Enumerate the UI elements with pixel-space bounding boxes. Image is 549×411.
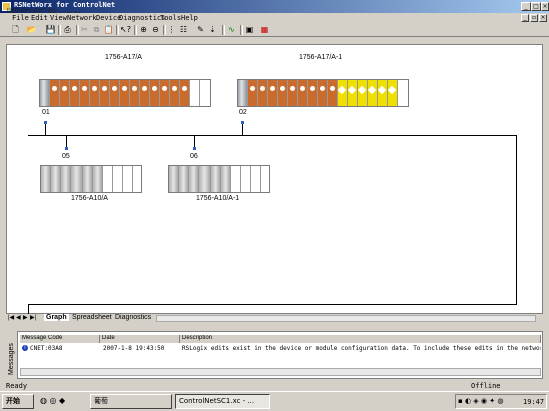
menu-bar: File Edit View Network Device Diagnostic… <box>0 13 549 23</box>
save-icon[interactable]: 💾 <box>45 24 56 35</box>
tab-next-icon[interactable]: ▶ <box>23 314 28 321</box>
status-bar: Ready Offline <box>0 380 549 390</box>
open-icon[interactable]: 📂 <box>26 24 37 35</box>
messages-side-label: Messages <box>6 331 18 379</box>
drop-line <box>194 135 195 147</box>
toolbar: 🗋 📂 💾 ⎙ ✂ ⧉ 📋 ↖? ⊕ ⊖ ⋮ ☷ ✎ ⇣ ∿ ▣ ▦ <box>0 23 549 37</box>
message-description[interactable]: RSLogix edits exist in the device or mod… <box>182 345 541 353</box>
print-icon[interactable]: ⎙ <box>62 24 73 35</box>
toolbar-separator <box>222 25 225 35</box>
download-icon[interactable]: ⇣ <box>207 24 218 35</box>
trunk-line <box>516 135 517 304</box>
drop-line <box>45 124 46 135</box>
toolbar-separator <box>58 25 61 35</box>
node-connector <box>65 147 68 150</box>
paste-icon[interactable]: 📋 <box>103 24 114 35</box>
tray-icons[interactable]: ▪ ◐ ◈ ◉ ✦ ◍ <box>458 397 503 405</box>
graph-icon[interactable]: ∿ <box>226 24 237 35</box>
menu-view[interactable]: View <box>50 14 67 22</box>
tab-diagnostics[interactable]: Diagnostics <box>115 314 151 321</box>
help-icon[interactable]: ↖? <box>120 24 131 35</box>
node-connector <box>193 147 196 150</box>
online-status: Offline <box>471 382 501 390</box>
node-number: 02 <box>239 109 247 116</box>
trunk-line <box>28 304 517 305</box>
chassis-1756-a17-1[interactable] <box>237 79 409 107</box>
copy-icon[interactable]: ⧉ <box>91 24 102 35</box>
properties-icon[interactable]: ▣ <box>244 24 255 35</box>
chassis-label: 1756-A17/A <box>105 54 142 61</box>
tab-first-icon[interactable]: |◀ <box>8 314 14 321</box>
status-text: Ready <box>6 382 28 390</box>
view-tabs: |◀ ◀ ▶ ▶| Graph Spreadsheet Diagnostics <box>6 314 543 323</box>
mdi-minimize-icon[interactable]: _ <box>521 14 529 22</box>
controlnet-trunk[interactable] <box>28 135 516 136</box>
chassis-1756-a10[interactable] <box>40 165 142 193</box>
tab-graph[interactable]: Graph <box>44 314 69 321</box>
browse-icon[interactable]: ☷ <box>178 24 189 35</box>
chassis-label: 1756-A10/A-1 <box>196 195 240 202</box>
maximize-icon[interactable]: □ <box>531 2 541 11</box>
zoom-in-icon[interactable]: ⊕ <box>138 24 149 35</box>
taskbar-item-rsnetworx[interactable]: ControlNetSC1.xc - ... <box>175 394 270 409</box>
tab-spreadsheet[interactable]: Spreadsheet <box>72 314 112 321</box>
menu-help[interactable]: Help <box>181 14 198 22</box>
taskbar-item-folder[interactable]: 葡萄 <box>90 394 172 409</box>
minimize-icon[interactable]: _ <box>521 2 531 11</box>
title-bar: RSNetWorx for ControlNet _ □ × <box>0 0 549 13</box>
message-code[interactable]: CNET:03A8 <box>30 345 100 353</box>
trunk-line <box>28 304 29 314</box>
toolbar-separator <box>134 25 137 35</box>
info-icon: i <box>22 345 28 351</box>
menu-diagnostics[interactable]: Diagnostics <box>119 14 165 22</box>
zoom-out-icon[interactable]: ⊖ <box>150 24 161 35</box>
menu-device[interactable]: Device <box>96 14 121 22</box>
drop-line <box>242 124 243 135</box>
start-button[interactable]: 开始 <box>2 394 34 409</box>
drop-line <box>66 135 67 147</box>
menu-file[interactable]: File <box>12 14 29 22</box>
column-header-date[interactable]: Date <box>100 335 180 343</box>
mdi-close-icon[interactable]: × <box>539 14 547 22</box>
online-icon[interactable]: ⋮ <box>166 24 177 35</box>
cut-icon[interactable]: ✂ <box>79 24 90 35</box>
tab-last-icon[interactable]: ▶| <box>30 314 36 321</box>
node-number: 06 <box>190 153 198 160</box>
tab-prev-icon[interactable]: ◀ <box>16 314 21 321</box>
report-icon[interactable]: ▦ <box>259 24 270 35</box>
toolbar-separator <box>240 25 243 35</box>
chassis-label: 1756-A17/A-1 <box>299 54 343 61</box>
menu-tools[interactable]: Tools <box>160 14 181 22</box>
column-header-code[interactable]: Message Code <box>20 335 100 343</box>
messages-label: Messages <box>8 343 15 375</box>
node-number: 05 <box>62 153 70 160</box>
chassis-label: 1756-A10/A <box>71 195 108 202</box>
edits-icon[interactable]: ✎ <box>195 24 206 35</box>
new-icon[interactable]: 🗋 <box>10 24 21 35</box>
quick-launch-icon[interactable]: ◍ ◎ ◆ <box>40 396 84 407</box>
chassis-1756-a17[interactable] <box>39 79 211 107</box>
mdi-restore-icon[interactable]: ▫ <box>530 14 538 22</box>
message-date[interactable]: 2007-1-8 19:43:50 <box>103 345 180 353</box>
network-graph[interactable]: 1756-A17/A 01 1756-A17/A-1 02 05 1756-A1… <box>6 44 543 314</box>
message-scrollbar[interactable] <box>20 368 541 376</box>
column-header-description[interactable]: Description <box>180 335 541 343</box>
menu-edit[interactable]: Edit <box>31 14 48 22</box>
close-icon[interactable]: × <box>541 2 549 11</box>
horizontal-scrollbar[interactable] <box>156 315 536 322</box>
clock: 19:47 <box>523 398 545 406</box>
taskbar: 开始 ◍ ◎ ◆ 葡萄 ControlNetSC1.xc - ... ▪ ◐ ◈… <box>0 391 549 411</box>
toolbar-separator <box>116 25 119 35</box>
chassis-1756-a10-1[interactable] <box>168 165 270 193</box>
menu-network[interactable]: Network <box>67 14 97 22</box>
node-number: 01 <box>42 109 50 116</box>
